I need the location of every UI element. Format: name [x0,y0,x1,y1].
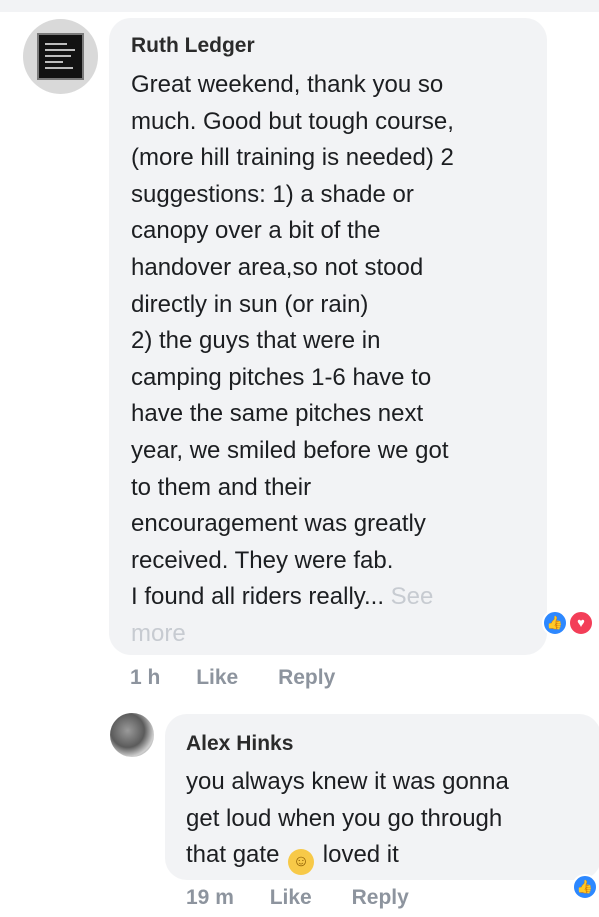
comment-text-line: camping pitches 1-6 have to [131,363,432,391]
like-reaction-icon[interactable]: 👍 [572,874,598,900]
avatar[interactable] [110,713,154,757]
comment-text-line: suggestions: 1) a shade or [131,180,414,208]
comment-text-line: to them and their [131,473,312,501]
comment-actions: 19 m Like Reply [186,886,409,910]
comment-body: you always knew it was gonna get loud wh… [186,764,596,876]
comment-text-line: encouragement was greatly [131,510,426,538]
comment-text-line: canopy over a bit of the [131,217,381,245]
comment-text-line: get loud when you go through [186,804,503,832]
comment-author-name[interactable]: Ruth Ledger [131,34,255,58]
comment-text-line: 2) the guys that were in [131,327,381,355]
comment-text-fragment: that gate [186,841,280,869]
comment-text-fragment: loved it [322,841,399,869]
letter-board-image [37,33,84,80]
comment-text-line: (more hill training is needed) 2 [131,144,454,172]
comment-text-line: have the same pitches next [131,400,424,428]
comment-text-line: that gate ☺ loved it [186,837,596,876]
reply-button[interactable]: Reply [278,666,335,690]
comment-text-fragment: I found all riders really... [131,583,384,611]
cropped-previous-content [0,0,599,12]
comment-text-line: received. They were fab. [131,546,394,574]
comment-body: Great weekend, thank you so much. Good b… [131,67,541,653]
comment-text-line: handover area,so not stood [131,253,424,281]
comment-text-line: Great weekend, thank you so [131,71,444,98]
like-reaction-icon[interactable]: 👍 [542,610,568,636]
see-more-link[interactable]: See [391,583,434,610]
comment-text-line: I found all riders really... See [131,579,541,616]
reply-button[interactable]: Reply [352,886,409,910]
like-button[interactable]: Like [270,886,312,910]
comment-text-line: you always knew it was gonna [186,768,509,795]
comment-text-line: much. Good but tough course, [131,107,454,135]
comment-timestamp[interactable]: 19 m [186,886,234,910]
like-button[interactable]: Like [196,666,238,690]
comment-text-line: directly in sun (or rain) [131,290,369,318]
love-reaction-icon[interactable]: ♥ [568,610,594,636]
comment-actions: 1 h Like Reply [130,666,335,690]
smiling-face-emoji-icon: ☺ [288,849,315,876]
comment-author-name[interactable]: Alex Hinks [186,732,293,756]
see-more-link[interactable]: more [131,616,541,653]
avatar[interactable] [23,19,98,94]
comment-timestamp[interactable]: 1 h [130,666,160,690]
comment-text-line: year, we smiled before we got [131,436,449,464]
